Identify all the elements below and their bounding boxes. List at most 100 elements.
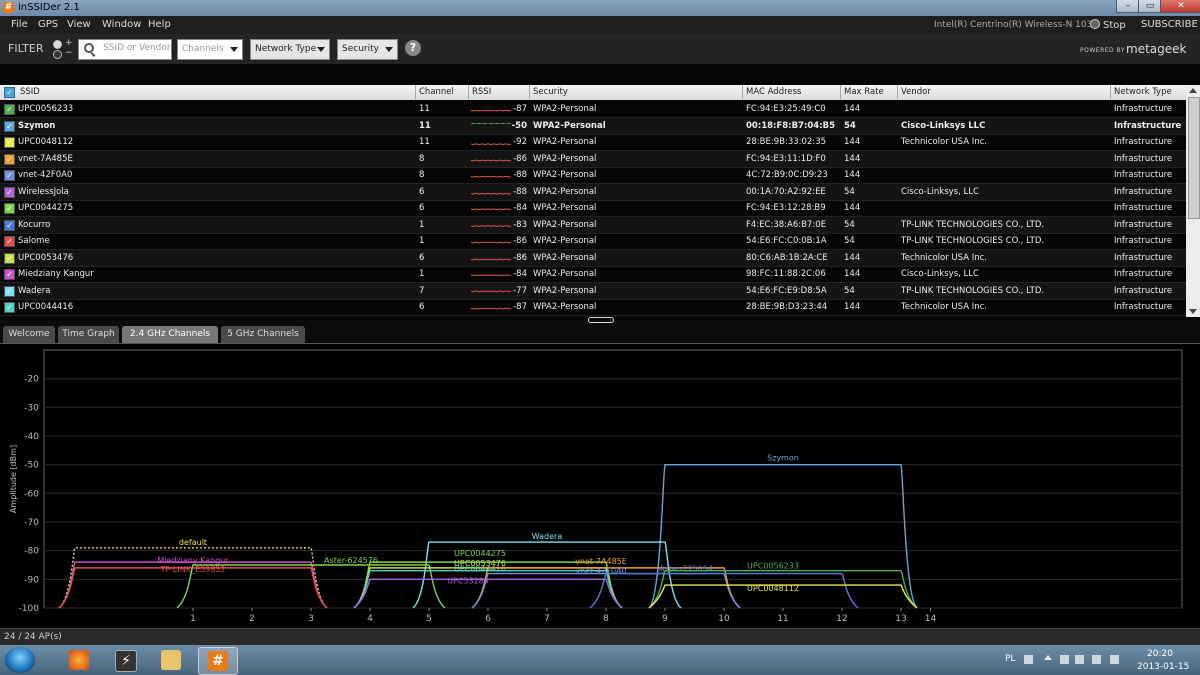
filter-include-radio[interactable] <box>53 40 62 49</box>
table-row[interactable]: ✓ UPC0044416 6 -87 WPA2-Personal 28:BE:9B:D3:… <box>0 299 1186 316</box>
row-checkbox[interactable]: ✓ <box>4 252 15 264</box>
row-checkbox[interactable]: ✓ <box>4 153 15 165</box>
row-checkbox[interactable]: ✓ <box>4 137 15 148</box>
table-row[interactable]: ✓ Szymon 11 -50 WPA2-Personal 00:18:F8:B7:04:… <box>0 117 1186 135</box>
row-checkbox[interactable]: ✓ <box>4 236 15 247</box>
column-divider[interactable] <box>529 85 530 100</box>
column-network-type[interactable]: Network Type <box>1114 87 1172 97</box>
volume-icon[interactable] <box>1110 655 1119 664</box>
row-checkbox[interactable]: ✓ <box>4 219 15 231</box>
menu-file[interactable]: File <box>11 19 28 30</box>
network-type-dropdown[interactable]: Network Type <box>250 39 330 60</box>
flag-icon[interactable] <box>1060 655 1069 664</box>
column-divider[interactable] <box>415 85 416 100</box>
y-tick-label: -90 <box>24 575 39 585</box>
maximize-button[interactable]: ▭ <box>1138 0 1162 13</box>
cell-type: Infrastructure <box>1114 302 1173 312</box>
firefox-taskbar-button[interactable] <box>60 647 98 673</box>
scroll-thumb[interactable] <box>1188 97 1200 219</box>
table-row[interactable]: ✓ Miedziany Kangur 1 -84 WPA2-Personal 98:FC:… <box>0 266 1186 283</box>
table-scrollbar[interactable] <box>1186 85 1200 317</box>
stop-icon <box>1090 19 1100 29</box>
filter-exclude-radio[interactable] <box>53 50 62 59</box>
show-hidden-icons[interactable] <box>1044 655 1052 660</box>
scroll-down-icon[interactable] <box>1189 309 1197 314</box>
start-button[interactable] <box>5 647 35 673</box>
cell-vendor: Technicolor USA Inc. <box>901 302 987 312</box>
status-bar: 24 / 24 AP(s) <box>0 628 1200 646</box>
cell-vendor: Cisco-Linksys, LLC <box>901 186 979 197</box>
column-divider[interactable] <box>1110 85 1111 100</box>
column-mac[interactable]: MAC Address <box>746 87 802 97</box>
cell-channel: 8 <box>419 170 425 180</box>
column-security[interactable]: Security <box>533 87 568 97</box>
tab-5ghz-channels[interactable]: 5 GHz Channels <box>221 326 305 343</box>
row-checkbox[interactable]: ✓ <box>4 203 15 214</box>
table-row[interactable]: ✓ UPC0048112 11 -92 WPA2-Personal 28:BE:9B:33… <box>0 134 1186 151</box>
cell-mac: 4C:72:B9:0C:D9:23 <box>746 170 828 180</box>
search-input[interactable] <box>101 42 173 54</box>
subscribe-link[interactable]: SUBSCRIBE <box>1141 19 1198 30</box>
tab-welcome[interactable]: Welcome <box>3 326 55 343</box>
cell-ssid: Miedziany Kangur <box>18 269 94 279</box>
minimize-button[interactable]: – <box>1116 0 1140 13</box>
adapter-selector[interactable]: Intel(R) Centrino(R) Wireless-N 1030 <box>934 20 1098 30</box>
x-tick-label: 12 <box>836 614 847 624</box>
stop-button[interactable]: Stop <box>1090 19 1126 31</box>
language-indicator[interactable]: PL <box>1005 654 1015 664</box>
column-divider[interactable] <box>840 85 841 100</box>
battery-icon[interactable] <box>1075 655 1084 664</box>
column-ssid[interactable]: SSID <box>20 87 40 97</box>
select-all-checkbox[interactable]: ✓ <box>4 87 15 98</box>
search-box <box>78 39 173 60</box>
row-checkbox[interactable]: ✓ <box>4 302 15 313</box>
table-row[interactable]: ✓ UPC0044275 6 -84 WPA2-Personal FC:94:E3:12:… <box>0 200 1186 217</box>
row-checkbox[interactable]: ✓ <box>4 170 15 181</box>
cell-vendor: TP-LINK TECHNOLOGIES CO., LTD. <box>901 285 1045 296</box>
tool-taskbar-button[interactable]: ⚡ <box>106 647 144 673</box>
table-row[interactable]: ✓ UPC0053476 6 -86 WPA2-Personal 80:C6:AB:1B:… <box>0 249 1186 267</box>
scroll-up-icon[interactable] <box>1189 88 1197 93</box>
menu-gps[interactable]: GPS <box>38 19 58 30</box>
cell-rssi: -83 <box>513 219 527 230</box>
row-checkbox[interactable]: ✓ <box>4 269 15 280</box>
security-dropdown[interactable]: Security <box>337 39 398 60</box>
table-row[interactable]: ✓ WirelessJola 6 -88 WPA2-Personal 00:1A:70:A… <box>0 183 1186 201</box>
explorer-taskbar-button[interactable] <box>152 647 190 673</box>
column-max-rate[interactable]: Max Rate <box>844 87 884 97</box>
column-vendor[interactable]: Vendor <box>901 87 931 97</box>
table-row[interactable]: ✓ Salome 1 -86 WPA2-Personal 54:E6:FC:C0:0B:1… <box>0 233 1186 250</box>
close-button[interactable]: ✕ <box>1160 0 1200 13</box>
row-checkbox[interactable]: ✓ <box>4 120 15 132</box>
splitter-grip[interactable] <box>588 317 614 323</box>
column-divider[interactable] <box>468 85 469 100</box>
column-channel[interactable]: Channel <box>419 87 454 97</box>
table-row[interactable]: ✓ UPC0056233 11 -87 WPA2-Personal FC:94:E3:25… <box>0 101 1186 118</box>
row-checkbox[interactable]: ✓ <box>4 285 15 297</box>
cell-ssid: UPC0048112 <box>18 137 74 147</box>
help-icon[interactable]: ? <box>405 40 421 56</box>
row-checkbox[interactable]: ✓ <box>4 104 15 115</box>
tab-time-graph[interactable]: Time Graph <box>58 326 119 343</box>
table-row[interactable]: ✓ Kocurro 1 -83 WPA2-Personal F4:EC:38:A6:B7:… <box>0 216 1186 234</box>
clock-time[interactable]: 20:20 <box>1147 649 1173 659</box>
keyboard-icon[interactable] <box>1024 655 1033 664</box>
menu-view[interactable]: View <box>67 19 91 30</box>
row-checkbox[interactable]: ✓ <box>4 186 15 198</box>
menu-window[interactable]: Window <box>102 19 141 30</box>
menu-help[interactable]: Help <box>148 19 171 30</box>
column-divider[interactable] <box>897 85 898 100</box>
table-row[interactable]: ✓ Wadera 7 -77 WPA2-Personal 54:E6:FC:E9:D8:5… <box>0 282 1186 300</box>
wifi-signal-icon[interactable] <box>1092 655 1101 664</box>
clock-date[interactable]: 2013-01-15 <box>1137 662 1189 672</box>
tab-24ghz-channels[interactable]: 2.4 GHz Channels <box>122 326 218 343</box>
column-rssi[interactable]: RSSI <box>472 87 491 97</box>
inssider-taskbar-button[interactable]: # <box>198 647 238 675</box>
cell-ssid: WirelessJola <box>18 186 69 197</box>
security-label: Security <box>342 44 379 54</box>
table-row[interactable]: ✓ vnet-7A485E 8 -86 WPA2-Personal FC:94:E3:11… <box>0 150 1186 168</box>
column-divider[interactable] <box>742 85 743 100</box>
network-label: Miedziany Kangur <box>157 556 229 565</box>
channels-dropdown[interactable]: Channels <box>177 39 243 60</box>
table-row[interactable]: ✓ vnet-42F0A0 8 -88 WPA2-Personal 4C:72:B9:0C… <box>0 167 1186 184</box>
